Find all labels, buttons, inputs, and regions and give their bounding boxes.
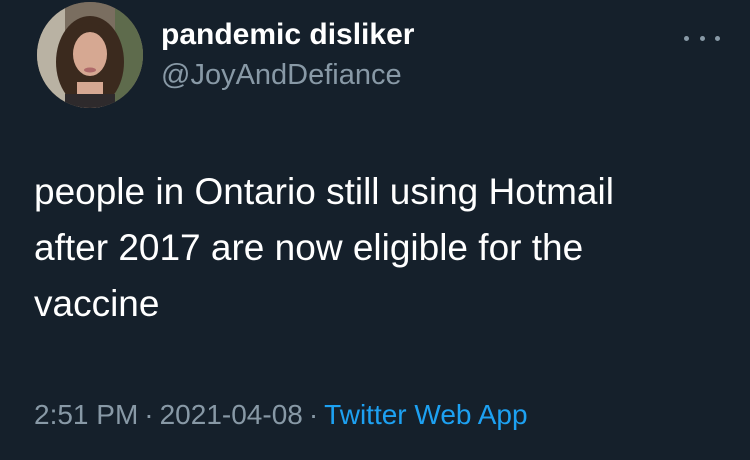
separator-dot: · <box>144 399 154 430</box>
more-options-button[interactable] <box>684 28 720 48</box>
avatar-image <box>37 2 143 108</box>
separator-dot: · <box>308 399 319 430</box>
author-block: pandemic disliker @JoyAndDefiance <box>161 16 414 94</box>
avatar[interactable] <box>37 2 143 108</box>
tweet-time[interactable]: 2:51 PM <box>34 399 138 430</box>
display-name[interactable]: pandemic disliker <box>161 16 414 54</box>
more-horizontal-icon <box>699 35 705 41</box>
more-horizontal-icon <box>715 35 720 41</box>
tweet-source-link[interactable]: Twitter Web App <box>324 399 527 430</box>
tweet-metadata: 2:51 PM · 2021-04-08 · Twitter Web App <box>34 397 528 433</box>
more-horizontal-icon <box>684 35 689 41</box>
tweet-card: pandemic disliker @JoyAndDefiance people… <box>0 0 750 460</box>
tweet-text: people in Ontario still using Hotmail af… <box>34 171 614 324</box>
tweet-date[interactable]: 2021-04-08 <box>160 399 303 430</box>
user-handle[interactable]: @JoyAndDefiance <box>161 56 414 94</box>
